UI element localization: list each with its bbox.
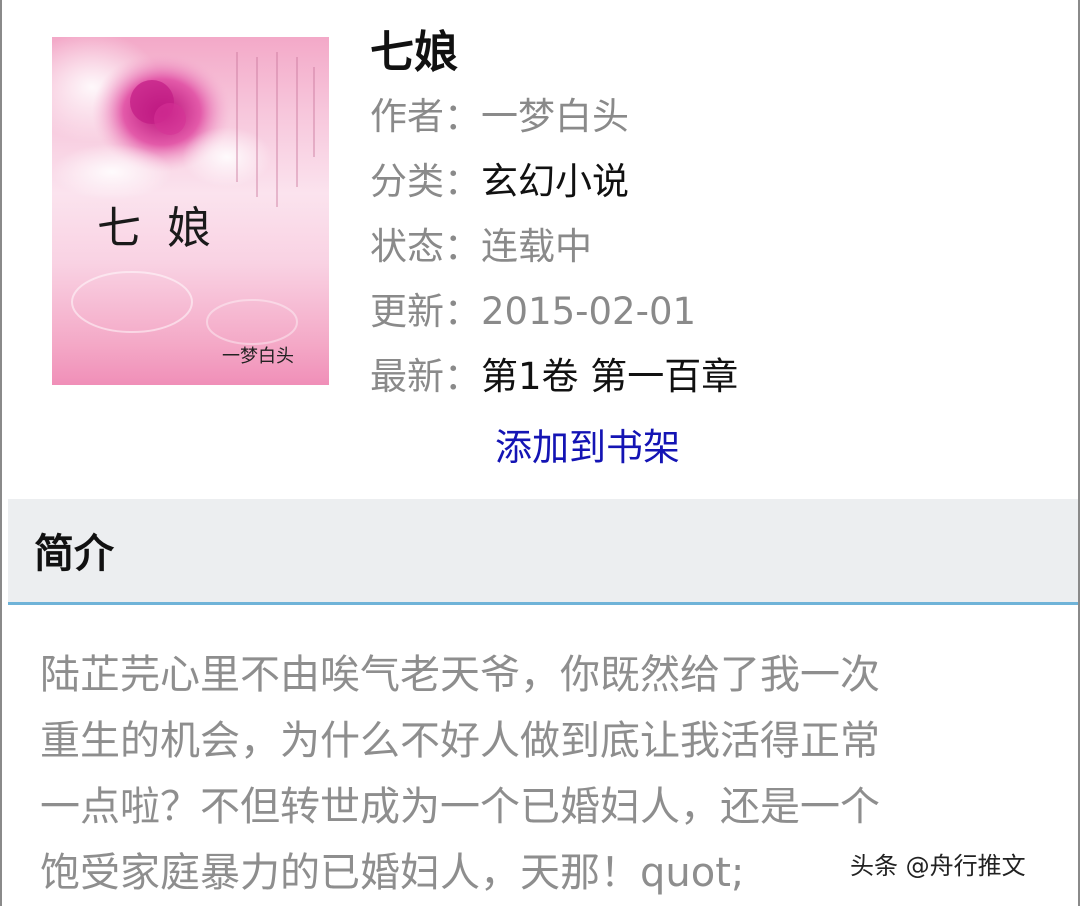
watermark-text: 头条 @舟行推文 [850,852,1026,880]
cover-author-text: 一梦白头 [222,346,294,367]
author-value[interactable]: 一梦白头 [481,95,629,138]
latest-row: 最新：第1卷 第一百章 [370,344,738,409]
updated-value: 2015-02-01 [481,290,697,333]
category-row: 分类：玄幻小说 [370,149,738,214]
intro-line: 一点啦？不但转世成为一个已婚妇人，还是一个 [40,784,880,830]
status-value: 连载中 [481,225,592,268]
author-label: 作者： [370,95,481,138]
latest-chapter-link[interactable]: 第1卷 第一百章 [481,355,738,398]
status-label: 状态： [370,225,481,268]
cover-title-text: 七 娘 [97,203,217,254]
intro-section-header: 简介 [8,499,1078,605]
updated-label: 更新： [370,290,481,333]
category-label: 分类： [370,160,481,203]
intro-heading: 简介 [34,531,114,577]
latest-label: 最新： [370,355,481,398]
intro-line: 重生的机会，为什么不好人做到底让我活得正常 [40,718,880,764]
updated-row: 更新：2015-02-01 [370,279,738,344]
intro-line: 陆芷芫心里不由唉气老天爷，你既然给了我一次 [40,652,880,698]
category-value[interactable]: 玄幻小说 [481,160,629,203]
book-info-panel: 七娘 作者：一梦白头 分类：玄幻小说 状态：连载中 更新：2015-02-01 … [370,22,738,409]
author-row: 作者：一梦白头 [370,84,738,149]
book-detail-page: 七 娘 一梦白头 七娘 作者：一梦白头 分类：玄幻小说 状态：连载中 更新：20… [0,0,1080,906]
add-to-bookshelf-link[interactable]: 添加到书架 [495,418,680,478]
book-cover-image[interactable]: 七 娘 一梦白头 [52,37,329,385]
status-row: 状态：连载中 [370,214,738,279]
book-title: 七娘 [370,27,458,78]
